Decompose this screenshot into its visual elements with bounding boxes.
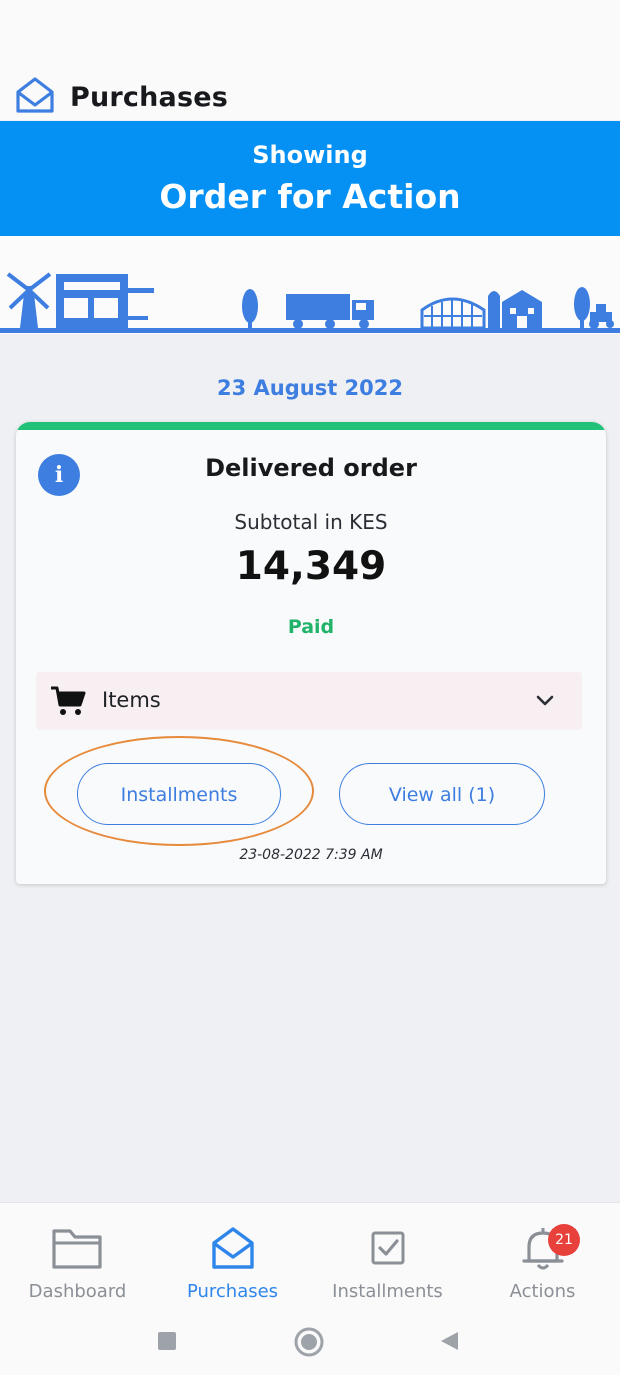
order-timestamp: 23-08-2022 7:39 AM xyxy=(239,847,383,863)
farm-skyline-illustration xyxy=(0,272,620,333)
actions-notification-badge: 21 xyxy=(548,1224,580,1256)
folder-icon xyxy=(51,1229,102,1269)
nav-label-purchases: Purchases xyxy=(186,1281,279,1302)
installments-button[interactable]: Installments xyxy=(77,763,281,825)
nav-label-actions: Actions xyxy=(509,1281,576,1302)
nav-item-dashboard[interactable]: Dashboard xyxy=(0,1223,155,1302)
order-card: i Delivered order Subtotal in KES 14,349… xyxy=(16,422,606,884)
home-icon[interactable] xyxy=(293,1326,325,1358)
status-accent-bar xyxy=(16,422,606,430)
nav-label-dashboard: Dashboard xyxy=(28,1281,127,1302)
payment-status: Paid xyxy=(287,616,335,638)
subtotal-label: Subtotal in KES xyxy=(234,510,388,534)
checkbox-icon xyxy=(371,1231,404,1265)
back-icon[interactable] xyxy=(438,1330,460,1352)
banner: Showing Order for Action xyxy=(0,121,620,236)
recent-apps-icon[interactable] xyxy=(156,1330,178,1352)
system-navigation-bar xyxy=(0,1318,620,1374)
nav-item-installments[interactable]: Installments xyxy=(310,1223,465,1302)
order-date-heading: 23 August 2022 xyxy=(216,376,404,400)
chevron-down-icon[interactable] xyxy=(536,694,554,708)
envelope-open-icon xyxy=(211,1227,254,1269)
items-label: Items xyxy=(102,688,161,712)
nav-item-actions[interactable]: Actions xyxy=(465,1223,620,1302)
shopping-cart-icon xyxy=(51,686,86,715)
subtotal-amount: 14,349 xyxy=(235,544,387,589)
items-accordion[interactable]: Items xyxy=(36,672,582,730)
app-header: Purchases xyxy=(0,70,620,120)
nav-label-installments: Installments xyxy=(332,1281,443,1302)
order-status-title: Delivered order xyxy=(205,454,417,482)
envelope-open-icon xyxy=(16,77,54,113)
view-all-button[interactable]: View all (1) xyxy=(339,763,545,825)
nav-item-purchases[interactable]: Purchases xyxy=(155,1223,310,1302)
banner-subtitle: Showing xyxy=(252,141,368,169)
page-title: Purchases xyxy=(70,82,229,113)
banner-title: Order for Action xyxy=(159,177,461,216)
